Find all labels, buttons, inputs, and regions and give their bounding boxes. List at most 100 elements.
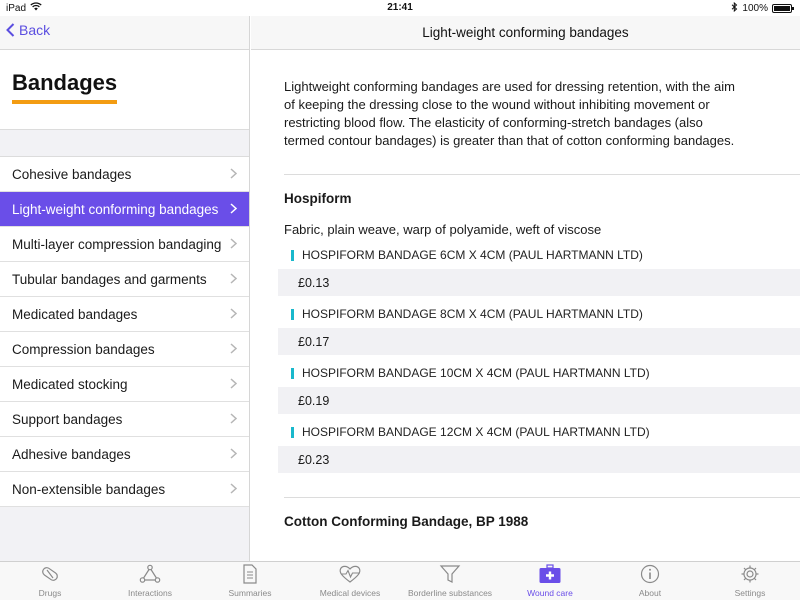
intro-text: Lightweight conforming bandages are used… xyxy=(284,78,800,175)
category-label: Medicated stocking xyxy=(12,376,128,392)
gear-icon xyxy=(739,564,761,588)
category-label: Tubular bandages and garments xyxy=(12,271,207,287)
list-spacer xyxy=(0,130,249,157)
category-label: Support bandages xyxy=(12,411,123,427)
back-label: Back xyxy=(19,22,51,38)
chevron-right-icon xyxy=(230,166,238,182)
product-name: HOSPIFORM BANDAGE 12CM X 4CM (PAUL HARTM… xyxy=(302,425,650,439)
chevron-right-icon xyxy=(230,446,238,462)
detail-pane: Light-weight conforming bandages Lightwe… xyxy=(251,16,800,561)
battery-percent: 100% xyxy=(742,3,768,14)
tab-about[interactable]: About xyxy=(600,562,700,600)
chevron-right-icon xyxy=(230,306,238,322)
chevron-right-icon xyxy=(230,376,238,392)
tab-label: Interactions xyxy=(128,588,172,598)
chevron-right-icon xyxy=(230,341,238,357)
category-label: Adhesive bandages xyxy=(12,446,131,462)
info-icon xyxy=(639,564,661,588)
product-price: £0.19 xyxy=(278,387,800,414)
category-item[interactable]: Medicated stocking xyxy=(0,367,249,402)
detail-title: Light-weight conforming bandages xyxy=(422,25,629,40)
product-name-row: HOSPIFORM BANDAGE 12CM X 4CM (PAUL HARTM… xyxy=(284,424,800,440)
product-name-row: HOSPIFORM BANDAGE 10CM X 4CM (PAUL HARTM… xyxy=(284,365,800,381)
back-button[interactable]: Back xyxy=(6,22,50,38)
interactions-icon xyxy=(139,564,161,588)
product-name: HOSPIFORM BANDAGE 10CM X 4CM (PAUL HARTM… xyxy=(302,366,650,380)
product-marker xyxy=(291,308,294,320)
tab-interactions[interactable]: Interactions xyxy=(100,562,200,600)
tab-label: Summaries xyxy=(228,588,272,598)
tab-bar: Drugs Interactions Summaries Medical device… xyxy=(0,561,800,600)
master-pane: Back Bandages Cohesive bandages Light-wei… xyxy=(0,16,250,561)
category-item[interactable]: Multi-layer compression bandaging xyxy=(0,227,249,262)
detail-nav-bar: Light-weight conforming bandages xyxy=(251,16,800,50)
funnel-icon xyxy=(439,564,461,588)
tab-drugs[interactable]: Drugs xyxy=(0,562,100,600)
chevron-right-icon xyxy=(230,201,238,217)
tab-label: Medical devices xyxy=(319,588,381,598)
battery-fill xyxy=(774,6,790,11)
category-label: Multi-layer compression bandaging xyxy=(12,236,222,252)
product-marker xyxy=(291,426,294,438)
category-item[interactable]: Non-extensible bandages xyxy=(0,472,249,507)
category-item[interactable]: Adhesive bandages xyxy=(0,437,249,472)
chevron-right-icon xyxy=(230,411,238,427)
pill-icon xyxy=(39,564,61,588)
product-name-row: HOSPIFORM BANDAGE 8CM X 4CM (PAUL HARTMA… xyxy=(284,306,800,322)
category-label: Non-extensible bandages xyxy=(12,481,166,497)
status-time: 21:41 xyxy=(387,2,413,13)
chevron-right-icon xyxy=(230,481,238,497)
tab-settings[interactable]: Settings xyxy=(700,562,800,600)
tab-label: Wound care xyxy=(527,588,573,598)
product-list: HOSPIFORM BANDAGE 6CM X 4CM (PAUL HARTMA… xyxy=(278,247,800,473)
product-name: HOSPIFORM BANDAGE 8CM X 4CM (PAUL HARTMA… xyxy=(302,307,643,321)
product-item[interactable]: HOSPIFORM BANDAGE 10CM X 4CM (PAUL HARTM… xyxy=(278,365,800,414)
product-name-row: HOSPIFORM BANDAGE 6CM X 4CM (PAUL HARTMA… xyxy=(284,247,800,263)
category-list: Cohesive bandages Light-weight conforming… xyxy=(0,157,249,507)
product-price: £0.13 xyxy=(278,269,800,296)
tab-label: Borderline substances xyxy=(407,588,493,598)
tab-wound-care[interactable]: Wound care xyxy=(500,562,600,600)
category-label: Medicated bandages xyxy=(12,306,138,322)
category-item[interactable]: Cohesive bandages xyxy=(0,157,249,192)
category-item[interactable]: Support bandages xyxy=(0,402,249,437)
status-bar: iPad 21:41 100% xyxy=(0,0,800,16)
product-marker xyxy=(291,367,294,379)
tab-summaries[interactable]: Summaries xyxy=(200,562,300,600)
section-divider xyxy=(284,497,800,498)
product-marker xyxy=(291,249,294,261)
tab-borderline-substances[interactable]: Borderline substances xyxy=(400,562,500,600)
tab-label: About xyxy=(638,588,662,598)
category-item[interactable]: Compression bandages xyxy=(0,332,249,367)
tab-medical-devices[interactable]: Medical devices xyxy=(300,562,400,600)
battery-icon xyxy=(772,4,794,13)
product-price: £0.23 xyxy=(278,446,800,473)
product-price: £0.17 xyxy=(278,328,800,355)
category-label: Cohesive bandages xyxy=(12,166,132,182)
category-label: Light-weight conforming bandages xyxy=(12,201,219,217)
bluetooth-icon xyxy=(731,1,738,15)
medical-kit-icon xyxy=(538,564,562,588)
product-name: HOSPIFORM BANDAGE 6CM X 4CM (PAUL HARTMA… xyxy=(302,248,643,262)
tab-label: Drugs xyxy=(38,588,62,598)
category-item[interactable]: Medicated bandages xyxy=(0,297,249,332)
category-item[interactable]: Tubular bandages and garments xyxy=(0,262,249,297)
chevron-right-icon xyxy=(230,271,238,287)
tab-label: Settings xyxy=(734,588,766,598)
category-item[interactable]: Light-weight conforming bandages xyxy=(0,192,249,227)
heading-area: Bandages xyxy=(0,50,249,130)
heart-pulse-icon xyxy=(338,564,362,588)
chevron-right-icon xyxy=(230,236,238,252)
chevron-left-icon xyxy=(6,23,15,37)
section-title: Hospiform xyxy=(284,191,352,206)
page-heading: Bandages xyxy=(12,70,118,104)
product-item[interactable]: HOSPIFORM BANDAGE 8CM X 4CM (PAUL HARTMA… xyxy=(278,306,800,355)
product-item[interactable]: HOSPIFORM BANDAGE 6CM X 4CM (PAUL HARTMA… xyxy=(278,247,800,296)
left-nav-bar: Back xyxy=(0,16,249,50)
category-label: Compression bandages xyxy=(12,341,155,357)
product-item[interactable]: HOSPIFORM BANDAGE 12CM X 4CM (PAUL HARTM… xyxy=(278,424,800,473)
section-title: Cotton Conforming Bandage, BP 1988 xyxy=(284,514,529,529)
document-icon xyxy=(239,564,261,588)
section-description: Fabric, plain weave, warp of polyamide, … xyxy=(284,222,602,237)
detail-content[interactable]: Lightweight conforming bandages are used… xyxy=(251,50,800,529)
